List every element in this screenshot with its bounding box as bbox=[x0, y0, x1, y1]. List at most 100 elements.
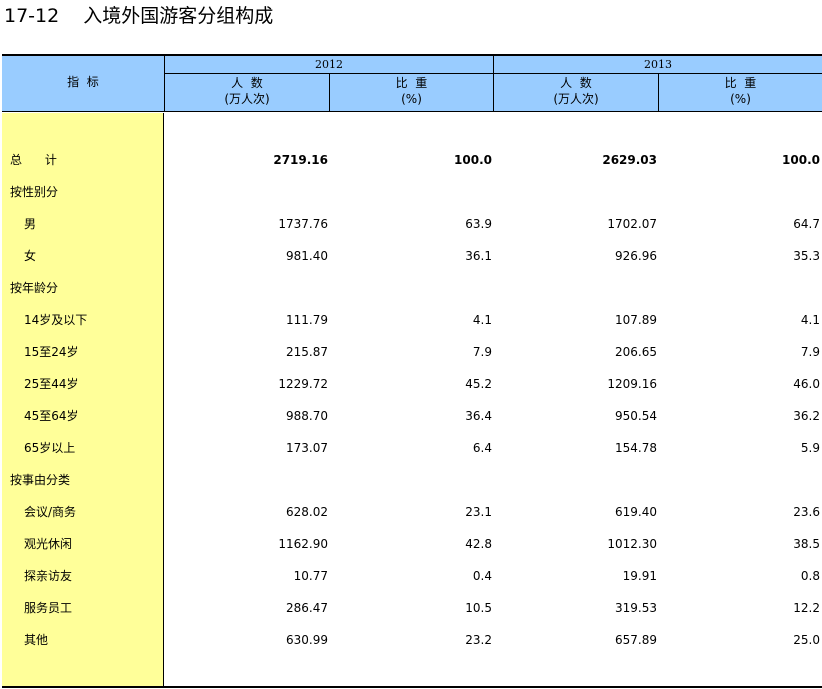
header-share-label: 比 重 bbox=[395, 76, 428, 90]
header-divider bbox=[658, 73, 659, 111]
value-share-2013: 100.0 bbox=[782, 153, 820, 167]
row-label: 会议/商务 bbox=[24, 505, 77, 519]
row-label: 14岁及以下 bbox=[24, 313, 88, 327]
value-persons-2013: 619.40 bbox=[615, 505, 657, 519]
table-row: 14岁及以下 111.79 4.1 107.89 4.1 bbox=[2, 304, 822, 336]
value-persons-2012: 215.87 bbox=[286, 345, 328, 359]
value-persons-2012: 10.77 bbox=[293, 569, 328, 583]
row-label: 男 bbox=[24, 217, 37, 231]
table-number: 17-12 bbox=[4, 5, 60, 27]
header-share-2013: 比 重 (%) bbox=[659, 75, 822, 107]
value-persons-2013: 1209.16 bbox=[607, 377, 657, 391]
value-persons-2012: 988.70 bbox=[286, 409, 328, 423]
row-label: 总 计 bbox=[10, 153, 57, 167]
header-share-unit: (%) bbox=[401, 92, 422, 106]
value-share-2012: 6.4 bbox=[472, 441, 492, 455]
header-share-label: 比 重 bbox=[724, 76, 757, 90]
value-share-2013: 64.7 bbox=[793, 217, 820, 231]
value-share-2013: 0.8 bbox=[800, 569, 820, 583]
value-persons-2013: 1012.30 bbox=[607, 537, 657, 551]
value-persons-2012: 1229.72 bbox=[278, 377, 328, 391]
value-share-2012: 23.2 bbox=[465, 633, 492, 647]
value-share-2013: 5.9 bbox=[800, 441, 820, 455]
value-persons-2013: 154.78 bbox=[615, 441, 657, 455]
value-persons-2013: 657.89 bbox=[615, 633, 657, 647]
header-persons-2013: 人 数 (万人次) bbox=[494, 75, 658, 107]
row-label: 观光休闲 bbox=[24, 537, 73, 551]
value-share-2013: 38.5 bbox=[793, 537, 820, 551]
row-label: 服务员工 bbox=[24, 601, 73, 615]
value-share-2012: 10.5 bbox=[465, 601, 492, 615]
value-share-2012: 63.9 bbox=[465, 217, 492, 231]
table-row: 其他 630.99 23.2 657.89 25.0 bbox=[2, 624, 822, 656]
table-bottom-rule bbox=[2, 686, 822, 688]
header-persons-unit: (万人次) bbox=[224, 92, 270, 106]
value-persons-2013: 206.65 bbox=[615, 345, 657, 359]
value-share-2012: 0.4 bbox=[472, 569, 492, 583]
header-share-2012: 比 重 (%) bbox=[330, 75, 493, 107]
value-persons-2012: 286.47 bbox=[286, 601, 328, 615]
table-row: 按年龄分 bbox=[2, 272, 822, 304]
value-persons-2012: 111.79 bbox=[286, 313, 328, 327]
value-persons-2012: 630.99 bbox=[286, 633, 328, 647]
value-share-2012: 42.8 bbox=[465, 537, 492, 551]
value-share-2013: 35.3 bbox=[793, 249, 820, 263]
row-label: 按性别分 bbox=[10, 185, 59, 199]
row-label: 探亲访友 bbox=[24, 569, 73, 583]
value-persons-2012: 1162.90 bbox=[278, 537, 328, 551]
header-divider bbox=[164, 56, 165, 111]
row-label: 女 bbox=[24, 249, 37, 263]
table-row: 探亲访友 10.77 0.4 19.91 0.8 bbox=[2, 560, 822, 592]
value-persons-2012: 981.40 bbox=[286, 249, 328, 263]
table-row: 45至64岁 988.70 36.4 950.54 36.2 bbox=[2, 400, 822, 432]
value-persons-2013: 950.54 bbox=[615, 409, 657, 423]
table-row: 男 1737.76 63.9 1702.07 64.7 bbox=[2, 208, 822, 240]
value-share-2013: 12.2 bbox=[793, 601, 820, 615]
table-row: 按性别分 bbox=[2, 176, 822, 208]
table-row: 女 981.40 36.1 926.96 35.3 bbox=[2, 240, 822, 272]
header-divider bbox=[329, 73, 330, 111]
table-title-text: 入境外国游客分组构成 bbox=[83, 5, 274, 27]
table-row: 会议/商务 628.02 23.1 619.40 23.6 bbox=[2, 496, 822, 528]
table-row: 总 计 2719.16 100.0 2629.03 100.0 bbox=[2, 144, 822, 176]
table-row: 服务员工 286.47 10.5 319.53 12.2 bbox=[2, 592, 822, 624]
header-divider bbox=[493, 56, 494, 111]
header-year-underline bbox=[164, 73, 822, 74]
value-share-2012: 7.9 bbox=[472, 345, 492, 359]
row-label: 25至44岁 bbox=[24, 377, 79, 391]
value-share-2013: 36.2 bbox=[793, 409, 820, 423]
table-row: 65岁以上 173.07 6.4 154.78 5.9 bbox=[2, 432, 822, 464]
header-year-2012: 2012 bbox=[315, 58, 343, 71]
table-row: 15至24岁 215.87 7.9 206.65 7.9 bbox=[2, 336, 822, 368]
value-persons-2013: 107.89 bbox=[615, 313, 657, 327]
value-persons-2012: 2719.16 bbox=[273, 153, 328, 167]
header-persons-unit: (万人次) bbox=[553, 92, 599, 106]
value-persons-2012: 173.07 bbox=[286, 441, 328, 455]
header-indicator: 指 标 bbox=[67, 75, 99, 89]
value-persons-2013: 1702.07 bbox=[607, 217, 657, 231]
value-share-2012: 36.1 bbox=[465, 249, 492, 263]
table-row: 观光休闲 1162.90 42.8 1012.30 38.5 bbox=[2, 528, 822, 560]
row-label: 45至64岁 bbox=[24, 409, 79, 423]
row-label: 其他 bbox=[24, 633, 49, 647]
value-share-2013: 25.0 bbox=[793, 633, 820, 647]
value-share-2012: 100.0 bbox=[454, 153, 492, 167]
row-label: 按年龄分 bbox=[10, 281, 59, 295]
table-header: 指 标 2012 2013 人 数 (万人次) 比 重 (%) 人 数 (万人次… bbox=[2, 56, 822, 112]
value-share-2013: 46.0 bbox=[793, 377, 820, 391]
row-label: 65岁以上 bbox=[24, 441, 76, 455]
value-persons-2013: 2629.03 bbox=[602, 153, 657, 167]
row-label: 按事由分类 bbox=[10, 473, 71, 487]
value-share-2012: 4.1 bbox=[472, 313, 492, 327]
table-row: 按事由分类 bbox=[2, 464, 822, 496]
value-persons-2013: 19.91 bbox=[622, 569, 657, 583]
value-persons-2013: 926.96 bbox=[615, 249, 657, 263]
header-year-2013: 2013 bbox=[644, 58, 672, 71]
value-persons-2012: 1737.76 bbox=[278, 217, 328, 231]
row-label: 15至24岁 bbox=[24, 345, 79, 359]
value-persons-2013: 319.53 bbox=[615, 601, 657, 615]
header-persons-label: 人 数 bbox=[560, 76, 592, 90]
value-share-2012: 23.1 bbox=[465, 505, 492, 519]
value-persons-2012: 628.02 bbox=[286, 505, 328, 519]
value-share-2013: 23.6 bbox=[793, 505, 820, 519]
